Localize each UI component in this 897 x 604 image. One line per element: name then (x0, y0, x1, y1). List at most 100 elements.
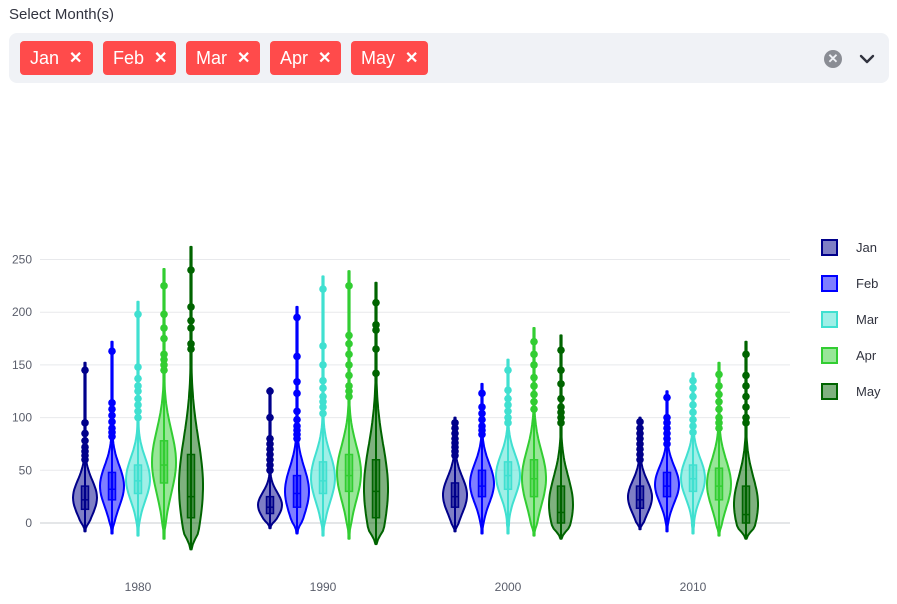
outlier-point (478, 430, 486, 439)
violin-box (477, 469, 487, 498)
outlier-point (187, 324, 195, 332)
outlier-point (451, 451, 459, 460)
outlier-point (160, 366, 168, 374)
outlier-point (293, 313, 301, 322)
y-tick-label: 200 (12, 305, 32, 319)
outlier-point (345, 371, 353, 380)
outlier-point (372, 369, 380, 378)
outlier-point (319, 342, 327, 350)
legend-label: Feb (856, 276, 878, 291)
y-tick-label: 150 (12, 358, 32, 372)
outlier-point (345, 331, 353, 340)
outlier-point (689, 384, 697, 392)
violin-feb-2000 (469, 382, 495, 535)
violin-box (318, 461, 328, 495)
outlier-point (345, 392, 353, 401)
outlier-point (557, 419, 565, 427)
violin-box (186, 453, 196, 519)
violin-mar-2000 (495, 358, 521, 535)
y-tick-label: 50 (19, 463, 33, 477)
outlier-point (293, 377, 301, 386)
outlier-point (557, 380, 565, 388)
violin-feb-2010 (654, 390, 680, 533)
outlier-point (266, 387, 274, 396)
violin-feb-1980 (99, 340, 125, 535)
outlier-point (715, 370, 723, 379)
outlier-point (372, 345, 380, 353)
outlier-point (134, 374, 142, 383)
outlier-point (160, 324, 168, 332)
violin-box (371, 459, 381, 519)
outlier-point (81, 429, 89, 438)
outlier-point (689, 376, 697, 385)
outlier-point (187, 266, 195, 274)
legend-label: Jan (856, 240, 877, 255)
outlier-point (504, 366, 512, 374)
outlier-point (134, 310, 142, 319)
outlier-point (530, 361, 538, 369)
outlier-point (187, 316, 195, 325)
outlier-point (478, 389, 486, 398)
violin-box (265, 495, 275, 515)
outlier-point (134, 413, 142, 422)
outlier-point (715, 397, 723, 406)
outlier-point (530, 350, 538, 359)
outlier-point (530, 397, 538, 406)
violin-jan-1980 (72, 361, 98, 533)
outlier-point (663, 393, 671, 402)
legend-swatch (821, 347, 838, 364)
legend-label: Mar (856, 312, 879, 327)
violin-box (344, 453, 354, 493)
outlier-point (715, 390, 723, 399)
outlier-point (689, 392, 697, 401)
outlier-point (636, 455, 644, 464)
outlier-point (81, 366, 89, 374)
y-tick-label: 250 (12, 253, 32, 267)
violin-may-1980 (178, 245, 204, 551)
outlier-point (689, 401, 697, 409)
outlier-point (345, 282, 353, 290)
outlier-point (530, 373, 538, 382)
legend-swatch (821, 239, 838, 256)
violin-box (741, 485, 751, 524)
outlier-point (345, 340, 353, 348)
y-tick-label: 100 (12, 411, 32, 425)
legend-label: May (856, 384, 881, 399)
outlier-point (557, 366, 565, 374)
violin-may-2010 (733, 340, 759, 540)
outlier-point (663, 440, 671, 448)
violin-jan-1990 (257, 387, 283, 530)
outlier-point (266, 413, 274, 422)
outlier-point (530, 337, 538, 346)
outlier-point (715, 424, 723, 432)
outlier-point (160, 310, 168, 319)
violin-may-1990 (363, 281, 389, 546)
outlier-point (557, 394, 565, 403)
violin-apr-2010 (706, 361, 732, 537)
outlier-point (81, 419, 89, 427)
outlier-point (504, 386, 512, 394)
outlier-point (160, 282, 168, 290)
outlier-point (187, 345, 195, 353)
outlier-point (108, 432, 116, 441)
outlier-point (345, 361, 353, 369)
x-tick-label: 2000 (495, 580, 522, 594)
outlier-point (319, 384, 327, 392)
outlier-point (187, 303, 195, 311)
outlier-point (319, 361, 327, 369)
violin-mar-2010 (680, 372, 706, 535)
outlier-point (689, 428, 697, 437)
violin-mar-1990 (310, 275, 336, 537)
legend-label: Apr (856, 348, 877, 363)
outlier-point (293, 352, 301, 361)
outlier-point (689, 408, 697, 417)
violin-mar-1980 (125, 300, 151, 537)
x-tick-label: 1990 (310, 580, 337, 594)
y-tick-label: 0 (25, 516, 32, 530)
violin-chart: 0 50 100 150 200 250 1980 1990 2000 2010 Jan Feb Mar… (12, 239, 881, 594)
outlier-point (319, 409, 327, 418)
x-tick-label: 2010 (680, 580, 707, 594)
violin-apr-2000 (521, 327, 547, 537)
violin-box (292, 474, 302, 508)
outlier-point (715, 382, 723, 390)
